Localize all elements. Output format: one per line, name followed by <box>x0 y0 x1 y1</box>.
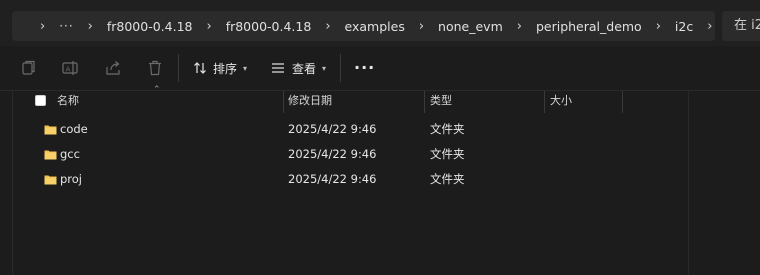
breadcrumb-overflow[interactable]: ··· <box>59 19 73 33</box>
rename-icon[interactable]: A <box>61 59 79 77</box>
view-list-icon <box>272 63 284 73</box>
file-name: gcc <box>60 147 80 161</box>
file-type: 文件夹 <box>430 122 465 136</box>
address-bar-row: › ··· › fr8000-0.4.18 › fr8000-0.4.18 › … <box>0 6 760 46</box>
breadcrumb-item[interactable]: examples <box>345 19 405 34</box>
chevron-right-icon[interactable]: › <box>88 19 93 34</box>
breadcrumb-item-current[interactable]: i2c <box>675 19 693 34</box>
toolbar-divider <box>178 54 179 82</box>
chevron-right-icon[interactable]: › <box>325 19 330 34</box>
chevron-right-icon[interactable]: › <box>656 19 661 34</box>
folder-icon <box>44 175 57 185</box>
view-label: 查看 <box>292 61 317 76</box>
file-name: code <box>60 122 88 136</box>
chevron-right-icon[interactable]: › <box>707 19 712 34</box>
search-input[interactable]: 在 i2c <box>722 11 760 41</box>
navigation-pane <box>0 91 13 275</box>
chevron-down-icon: ▾ <box>243 63 248 73</box>
file-type: 文件夹 <box>430 147 465 161</box>
sort-label: 排序 <box>213 61 238 76</box>
column-name-header[interactable]: 名称 <box>53 91 283 111</box>
folder-icon <box>44 150 57 160</box>
svg-text:A: A <box>66 66 71 74</box>
sort-icon <box>194 62 206 74</box>
sort-button[interactable]: 排序 ▾ <box>192 58 247 78</box>
breadcrumb-item[interactable]: peripheral_demo <box>536 19 642 34</box>
address-bar[interactable]: › ··· › fr8000-0.4.18 › fr8000-0.4.18 › … <box>12 11 715 41</box>
chevron-right-icon[interactable]: › <box>419 19 424 34</box>
file-row[interactable]: proj 2025/4/22 9:46 文件夹 <box>13 167 688 192</box>
column-divider[interactable] <box>424 91 425 113</box>
column-divider[interactable] <box>622 91 623 113</box>
file-name: proj <box>60 172 83 186</box>
command-bar: A 排序 ▾ 查看 ▾ ··· <box>0 46 760 91</box>
file-modified: 2025/4/22 9:46 <box>288 147 377 161</box>
more-options-button[interactable]: ··· <box>354 58 375 77</box>
breadcrumb-item[interactable]: fr8000-0.4.18 <box>226 19 312 34</box>
chevron-right-icon[interactable]: › <box>517 19 522 34</box>
copy-icon[interactable] <box>20 59 38 77</box>
delete-icon[interactable] <box>146 59 164 77</box>
column-header: ⌃ 名称 修改日期 类型 大小 <box>13 85 688 113</box>
breadcrumb-item[interactable]: fr8000-0.4.18 <box>107 19 193 34</box>
chevron-down-icon: ▾ <box>322 63 327 73</box>
share-icon[interactable] <box>104 59 122 77</box>
file-type: 文件夹 <box>430 172 465 186</box>
column-divider[interactable] <box>544 91 545 113</box>
details-pane <box>688 91 760 275</box>
file-row[interactable]: gcc 2025/4/22 9:46 文件夹 <box>13 142 688 167</box>
column-size-header[interactable]: 大小 <box>546 91 622 111</box>
column-modified-header[interactable]: 修改日期 <box>284 91 424 111</box>
column-type-header[interactable]: 类型 <box>426 91 544 111</box>
toolbar-divider <box>340 54 341 82</box>
file-modified: 2025/4/22 9:46 <box>288 122 377 136</box>
file-row[interactable]: code 2025/4/22 9:46 文件夹 <box>13 117 688 142</box>
folder-icon <box>44 125 57 135</box>
chevron-right-icon[interactable]: › <box>206 19 211 34</box>
select-all-checkbox[interactable] <box>35 95 46 106</box>
chevron-right-icon[interactable]: › <box>40 19 45 34</box>
file-modified: 2025/4/22 9:46 <box>288 172 377 186</box>
view-button[interactable]: 查看 ▾ <box>270 58 326 78</box>
breadcrumb-item[interactable]: none_evm <box>438 19 503 34</box>
